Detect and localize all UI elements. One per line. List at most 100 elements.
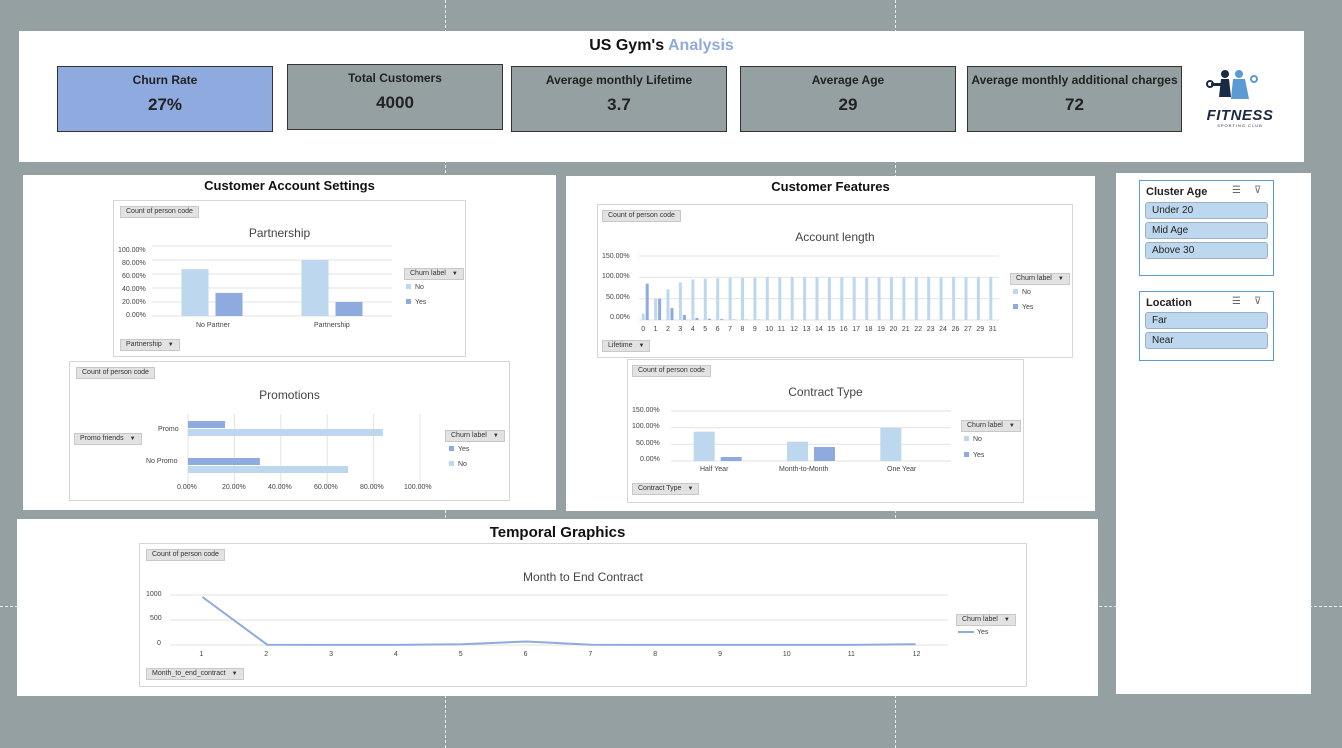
slicer-item-under-20[interactable]: Under 20 [1145,202,1268,219]
bar [952,277,956,320]
x-tick-label: No Partner [196,322,230,329]
kpi-value: 4000 [376,93,414,112]
y-tick-label: 20.00% [122,299,146,306]
slicer-item-mid-age[interactable]: Mid Age [1145,222,1268,239]
x-tick-label: 2 [264,651,269,658]
section-title: Temporal Graphics [489,524,626,541]
legend-filter-chip[interactable]: Churn label ▼ [445,430,505,442]
bar [778,277,782,320]
measure-chip[interactable]: Count of person code [146,549,225,561]
series-line [201,596,916,646]
legend-filter-label: Churn label [410,270,446,277]
bar [720,457,742,461]
legend-label: No [973,436,982,443]
slicer-item-far[interactable]: Far [1145,312,1268,329]
kpi-additional-charges[interactable]: Average monthly additional charges 72 [967,66,1182,132]
legend-swatch [449,446,454,451]
bar [654,298,658,320]
kpi-churn-rate[interactable]: Churn Rate 27% [57,66,273,132]
bar [902,277,906,320]
measure-chip[interactable]: Count of person code [76,367,155,379]
promotions-chart[interactable]: Count of person code Promotions Promo fr… [69,361,510,501]
kpi-total-customers[interactable]: Total Customers 4000 [287,64,503,130]
bar [803,277,807,320]
chart-title: Partnership [248,226,311,240]
x-tick-label: 7 [728,326,732,333]
x-tick-label: 8 [653,651,658,658]
kpi-average-age[interactable]: Average Age 29 [740,66,956,132]
page-title-accent: Analysis [667,37,734,54]
bar [716,278,720,320]
bar [927,277,931,320]
x-tick-label: 40.00% [268,484,292,491]
month-to-end-contract-chart[interactable]: Count of person code Month to End Contra… [139,543,1027,687]
x-tick-label: 16 [839,326,848,333]
legend-label: No [1022,289,1031,296]
bar [880,427,902,461]
cluster-age-slicer[interactable]: Cluster Age ☰ ⊽ Under 20 Mid Age Above 3… [1139,180,1274,276]
field-filter-chip[interactable]: Month_to_end_contract ▼ [146,668,244,680]
x-tick-label: 8 [740,326,745,333]
x-tick-label: 1 [653,326,658,333]
field-filter-chip[interactable]: Contract Type ▼ [632,483,700,495]
customer-features-panel: Customer Features Count of person code A… [566,176,1095,511]
x-tick-label: 18 [864,326,873,333]
y-tick-label: 80.00% [122,260,146,267]
bar [877,277,881,320]
legend-item: Yes [958,629,988,636]
location-slicer[interactable]: Location ☰ ⊽ Far Near [1139,291,1274,361]
x-tick-label: 21 [901,326,910,333]
dropdown-arrow-icon: ▼ [687,486,694,492]
field-filter-chip[interactable]: Lifetime ▼ [602,340,651,352]
x-tick-label: 11 [847,651,855,658]
partnership-chart[interactable]: Count of person code Partnership 100.00%… [113,200,466,357]
clear-filter-icon[interactable]: ⊽ [1254,185,1261,196]
contract-type-chart[interactable]: Count of person code Contract Type 150.0… [627,359,1024,503]
bar [865,277,869,320]
bar [790,277,794,320]
contract-type-plot [671,410,951,462]
x-tick-label: 9 [718,651,722,658]
measure-chip[interactable]: Count of person code [120,206,199,218]
multi-select-icon[interactable]: ☰ [1232,296,1241,307]
kpi-average-lifetime[interactable]: Average monthly Lifetime 3.7 [511,66,727,132]
legend-filter-chip[interactable]: Churn label ▼ [404,268,464,280]
x-tick-label: 11 [777,326,786,333]
x-tick-label: 0 [641,326,646,333]
field-filter-label: Partnership [126,341,162,348]
dropdown-arrow-icon: ▼ [638,343,645,349]
legend-item: Yes [1013,304,1033,311]
partnership-plot [152,245,392,317]
x-tick-label: 5 [458,651,463,658]
field-filter-label: Month_to_end_contract [152,670,226,677]
measure-chip[interactable]: Count of person code [632,365,711,377]
field-filter-chip[interactable]: Promo friends ▼ [74,433,142,445]
y-tick-label: 60.00% [122,273,146,280]
measure-chip[interactable]: Count of person code [602,210,681,222]
x-tick-label: 22 [914,326,923,333]
legend-filter-label: Churn label [451,432,487,439]
slicer-item-above-30[interactable]: Above 30 [1145,242,1268,259]
logo-subtitle: SPORTING CLUB [1217,123,1263,128]
legend-item: Yes [964,452,984,459]
y-tick-label: 50.00% [606,294,630,301]
legend-filter-label: Churn label [967,422,1003,429]
legend-item: Yes [449,446,469,453]
bar [301,260,329,316]
legend-swatch [449,461,454,466]
clear-filter-icon[interactable]: ⊽ [1254,296,1261,307]
page-title-prefix: US Gym's [589,37,668,54]
kpi-value: 72 [1065,95,1084,114]
filter-funnel-icon: ▼ [1003,617,1010,623]
legend-filter-chip[interactable]: Churn label ▼ [956,614,1016,626]
account-length-chart[interactable]: Count of person code Account length 150.… [597,204,1073,358]
legend-filter-chip[interactable]: Churn label ▼ [1010,273,1070,285]
bar [215,292,243,316]
header-panel: US Gym's Analysis Churn Rate 27% Total C… [19,31,1304,162]
legend-filter-chip[interactable]: Churn label ▼ [961,420,1021,432]
multi-select-icon[interactable]: ☰ [1232,185,1241,196]
x-tick-label: 31 [988,326,997,333]
slicer-item-near[interactable]: Near [1145,332,1268,349]
field-filter-chip[interactable]: Partnership ▼ [120,339,180,351]
x-tick-label: 6 [523,651,528,658]
